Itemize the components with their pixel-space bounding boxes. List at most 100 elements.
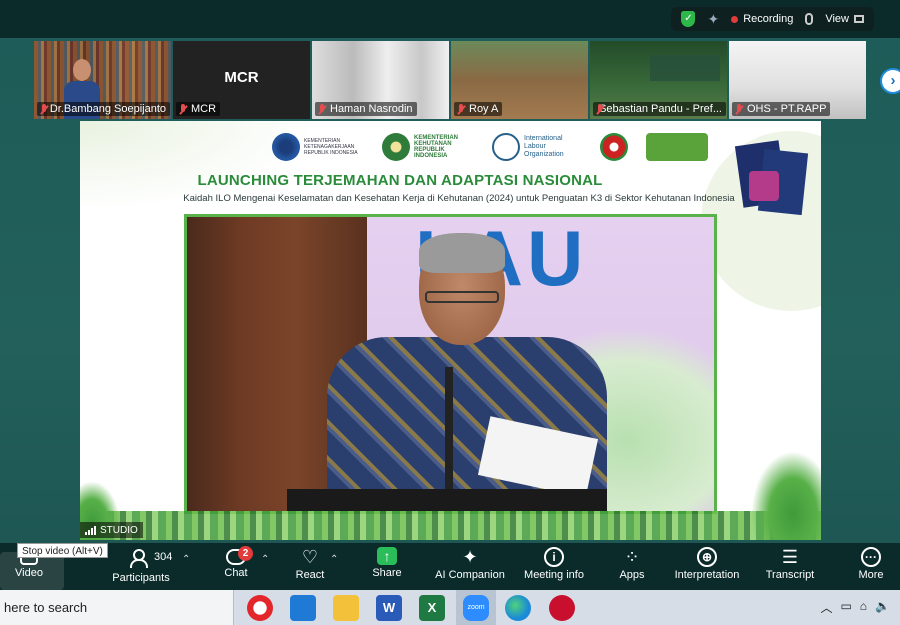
slide-title: LAUNCHING TERJEMAHAN DAN ADAPTASI NASION… [197,172,603,189]
participant-tile[interactable]: Haman Nasrodin [312,41,449,119]
participant-tile[interactable]: Roy A [451,41,588,119]
chat-unread-badge: 2 [238,546,253,561]
share-button[interactable]: ↑ Share [371,547,403,589]
participant-name: Sebastian Pandu - Pref... [599,103,722,115]
ai-companion-button[interactable]: ✦ AI Companion [434,547,506,589]
participant-tile[interactable]: MCR MCR [173,41,310,119]
participant-strip: Dr.Bambang Soepijanto MCR MCR Haman Nasr… [34,41,866,119]
system-tray: ︿ ▭ ⌂ 🔈 [820,599,890,616]
mic-muted-icon [178,103,188,115]
encryption-shield-icon[interactable]: ✓ [681,11,696,27]
next-page-chevron-icon[interactable]: › [880,68,900,94]
tray-expand-chevron-icon[interactable]: ︿ [820,599,832,616]
slide-footer-foliage [80,511,821,540]
share-label: Share [372,567,402,579]
edge-browser-icon[interactable] [505,595,531,621]
interpretation-label: Interpretation [674,569,740,581]
shared-slide-thumbnail [650,55,720,81]
zoom-app-icon[interactable]: zoom [463,595,489,621]
forestry-association-logo [646,133,708,161]
partner-logos: KEMENTERIAN KETENAGAKERJAAN REPUBLIK IND… [272,133,708,161]
view-button[interactable]: View [825,13,864,25]
volume-icon[interactable]: 🔈 [875,599,890,616]
participant-name: Haman Nasrodin [330,103,413,115]
ai-companion-sparkle-icon: ✦ [462,547,478,567]
meeting-info-button[interactable]: i Meeting info [520,547,588,589]
participant-name: OHS - PT.RAPP [747,103,827,115]
chat-label: Chat [224,567,248,579]
red-app-icon[interactable] [549,595,575,621]
info-icon: i [544,547,564,567]
interpretation-button[interactable]: ⊕ Interpretation [670,547,744,589]
ilo-logo: International Labour Organization [492,133,582,161]
transcript-button[interactable]: ☰ Transcript [764,547,816,589]
meeting-info-label: Meeting info [524,569,584,581]
react-button[interactable]: ♡ React [294,547,326,589]
mic-muted-icon [734,103,744,115]
participant-tile[interactable]: OHS - PT.RAPP [729,41,866,119]
taskbar-search-box[interactable]: here to search [0,590,234,625]
ministry-manpower-logo: KEMENTERIAN KETENAGAKERJAAN REPUBLIK IND… [272,133,364,161]
excel-app-icon[interactable]: X [419,595,445,621]
studio-label: STUDIO [80,522,143,538]
meeting-top-bar: ✓ ✦ Recording View [0,0,900,38]
participant-name: Dr.Bambang Soepijanto [49,103,166,115]
publication-cover-image [734,135,809,216]
video-toggle-label: Video [15,567,43,579]
mail-app-icon[interactable] [290,595,316,621]
organization-seal-logo [600,133,628,161]
participant-tile[interactable]: Sebastian Pandu - Pref... [590,41,727,119]
signal-bars-icon [85,525,96,535]
stop-video-tooltip: Stop video (Alt+V) [17,543,108,558]
mic-muted-icon [39,103,47,115]
ai-sparkle-icon[interactable]: ✦ [707,11,719,28]
more-dots-icon: ··· [861,547,881,567]
participant-name-tag: Haman Nasrodin [315,102,417,116]
participant-name: Roy A [469,103,499,115]
more-button[interactable]: ··· More [855,547,887,589]
chat-options-caret-icon[interactable]: ⌃ [261,554,269,565]
recording-dot-icon [731,15,739,23]
participant-tile[interactable]: Dr.Bambang Soepijanto [34,41,171,119]
apps-icon: ⁘ [624,547,640,567]
react-options-caret-icon[interactable]: ⌃ [330,554,338,565]
transcript-label: Transcript [765,569,815,581]
participants-icon [130,547,152,568]
apps-button[interactable]: ⁘ Apps [617,547,647,589]
share-arrow-icon: ↑ [377,547,397,565]
participant-name-tag: Roy A [454,102,503,116]
word-app-icon[interactable]: W [376,595,402,621]
grid-view-icon [854,15,864,23]
participant-name-tag: MCR [176,102,221,116]
opera-browser-icon[interactable] [247,595,273,621]
participant-name-tag: Dr.Bambang Soepijanto [37,102,170,116]
heart-icon: ♡ [301,547,319,567]
network-icon[interactable]: ⌂ [860,599,867,616]
participant-avatar-text: MCR [224,69,259,86]
speaker-video: LAU [184,214,717,514]
slide-subtitle: Kaidah ILO Mengenai Keselamatan dan Kese… [183,193,735,204]
participant-name-tag: Sebastian Pandu - Pref... [593,102,726,116]
participants-options-caret-icon[interactable]: ⌃ [182,554,190,565]
ai-companion-label: AI Companion [435,569,505,581]
podium-microphone [445,367,453,507]
participants-label: Participants [112,572,170,584]
battery-icon[interactable]: ▭ [840,599,851,616]
participant-count: 304 [154,551,173,563]
microphone-icon[interactable] [805,13,814,25]
view-label: View [825,13,849,25]
transcript-icon: ☰ [781,547,799,567]
mic-muted-icon [456,103,466,115]
recording-indicator[interactable]: Recording [731,13,793,25]
participants-button[interactable]: 304 Participants [110,547,172,589]
react-label: React [295,569,325,581]
file-explorer-icon[interactable] [333,595,359,621]
windows-taskbar: here to search W X zoom ︿ ▭ ⌂ 🔈 [0,590,900,625]
main-video-view: KEMENTERIAN KETENAGAKERJAAN REPUBLIK IND… [80,121,821,540]
apps-label: Apps [619,569,645,581]
mic-muted-icon [595,103,603,115]
mic-muted-icon [317,103,327,115]
recording-label: Recording [743,13,794,25]
meeting-status-controls: ✓ ✦ Recording View [671,7,874,31]
more-label: More [858,569,884,581]
